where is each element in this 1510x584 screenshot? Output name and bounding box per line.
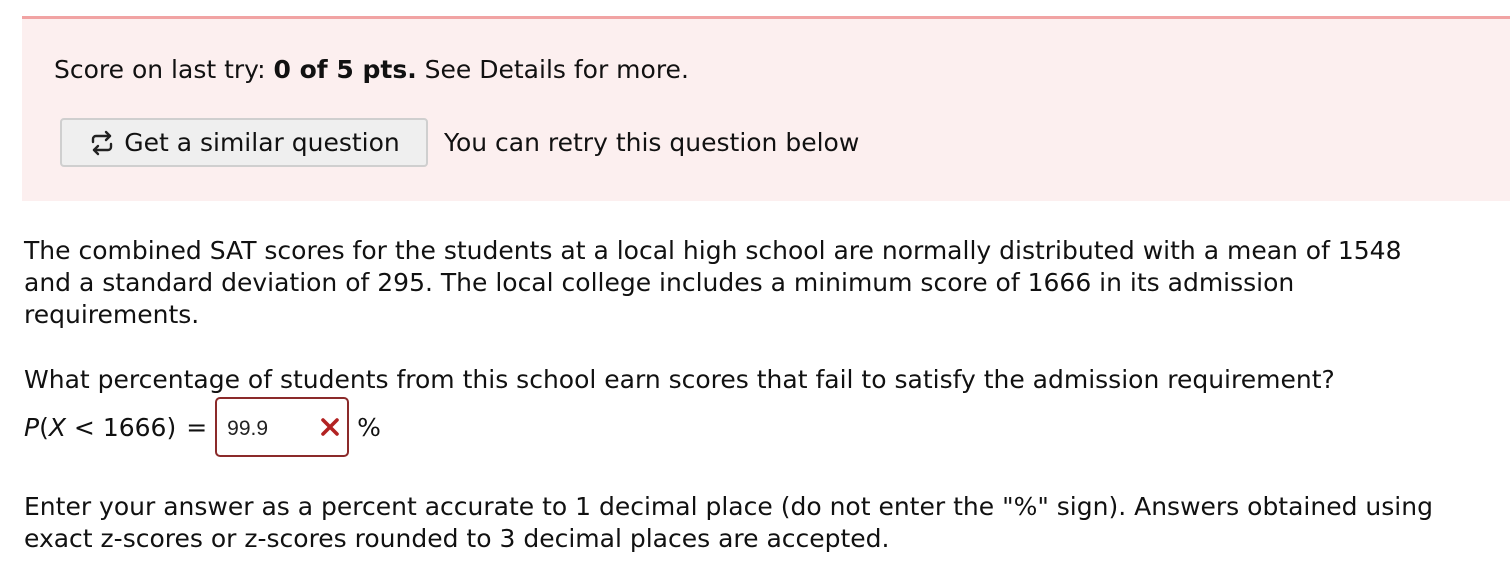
question-prompt: What percentage of students from this sc… bbox=[24, 365, 1335, 394]
answer-instructions: Enter your answer as a percent accurate … bbox=[24, 492, 1433, 553]
retry-icon bbox=[88, 130, 116, 156]
answer-input[interactable] bbox=[227, 415, 308, 443]
score-suffix: See Details for more. bbox=[416, 55, 689, 84]
equals-sign: = bbox=[186, 412, 208, 442]
percent-unit: % bbox=[357, 412, 381, 442]
question-text: The combined SAT scores for the students… bbox=[24, 236, 1402, 329]
probability-expression: P(X < 1666) bbox=[24, 413, 176, 442]
expression-rest: < 1666) bbox=[65, 412, 177, 442]
answer-box bbox=[215, 397, 350, 457]
expression-open: ( bbox=[39, 412, 49, 442]
wrong-x-icon bbox=[320, 416, 340, 438]
score-value: 0 of 5 pts. bbox=[273, 55, 417, 84]
retry-message: You can retry this question below bbox=[444, 128, 860, 157]
get-similar-question-button[interactable]: Get a similar question bbox=[60, 118, 428, 167]
expression-p: P bbox=[24, 412, 40, 442]
expression-x: X bbox=[48, 412, 66, 442]
score-panel: Score on last try: 0 of 5 pts. See Detai… bbox=[22, 16, 1510, 201]
answer-row: P(X < 1666) = % bbox=[24, 396, 381, 458]
score-prefix: Score on last try: bbox=[54, 55, 274, 84]
get-similar-question-label: Get a similar question bbox=[124, 128, 400, 157]
score-summary: Score on last try: 0 of 5 pts. See Detai… bbox=[54, 53, 689, 87]
